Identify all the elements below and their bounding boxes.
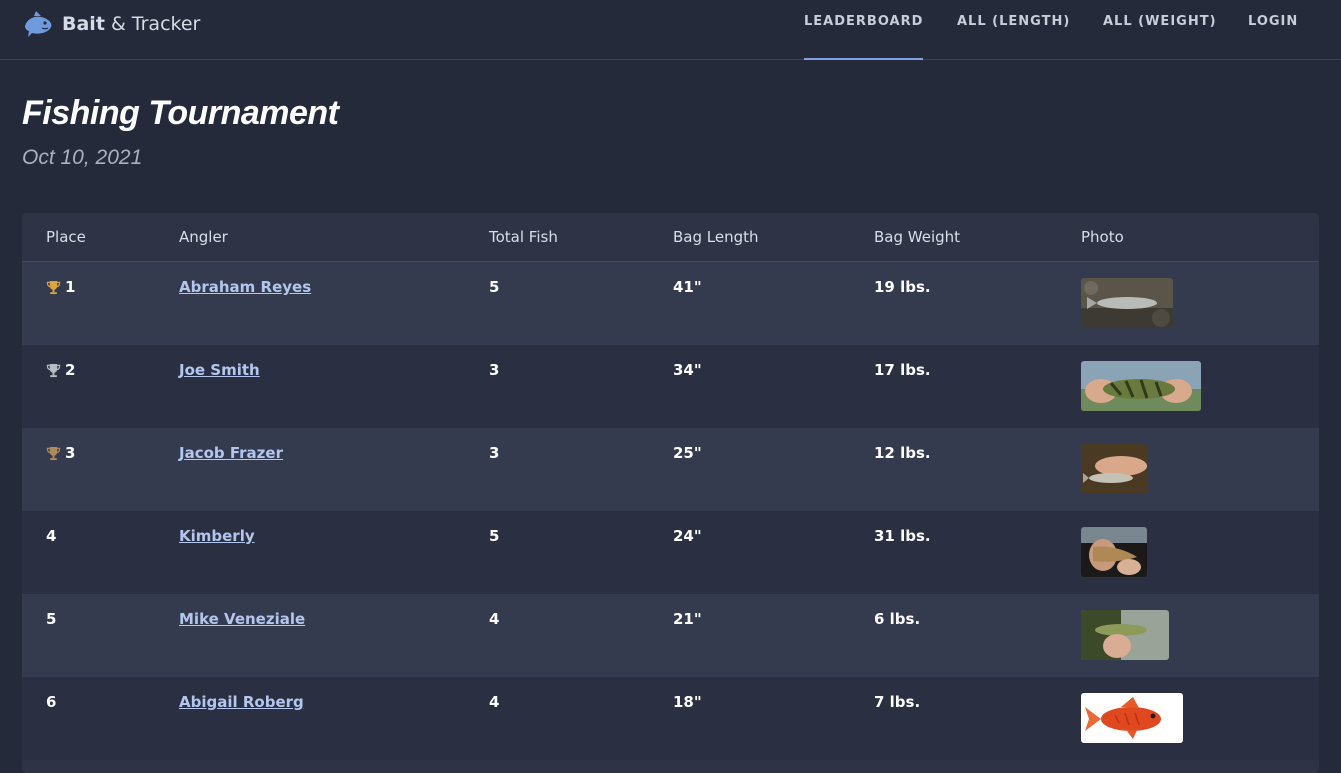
bag-weight-value: 6 lbs. bbox=[874, 610, 921, 628]
place-cell: 5 bbox=[46, 610, 56, 628]
header-total-fish[interactable]: Total Fish bbox=[489, 228, 558, 246]
catch-photo-thumbnail[interactable] bbox=[1081, 693, 1183, 743]
place-cell: 6 bbox=[46, 693, 56, 711]
nav-login[interactable]: LOGIN bbox=[1248, 14, 1298, 60]
table-row: 3 Jacob Frazer 3 25" 12 lbs. bbox=[22, 428, 1319, 511]
header-angler[interactable]: Angler bbox=[179, 228, 228, 246]
total-fish-value: 5 bbox=[489, 278, 500, 296]
place-number: 5 bbox=[46, 610, 57, 628]
silver-trophy-icon bbox=[46, 363, 61, 378]
place-number: 2 bbox=[65, 361, 76, 379]
brand-name-bold: Bait bbox=[62, 13, 105, 35]
table-header-row: Place Angler Total Fish Bag Length Bag W… bbox=[22, 213, 1319, 262]
nav-leaderboard[interactable]: LEADERBOARD bbox=[804, 14, 924, 60]
place-number: 6 bbox=[46, 693, 57, 711]
bag-weight-value: 31 lbs. bbox=[874, 527, 931, 545]
table-row: 4 Kimberly 5 24" 31 lbs. bbox=[22, 511, 1319, 594]
bronze-trophy-icon bbox=[46, 446, 61, 461]
total-fish-value: 3 bbox=[489, 361, 500, 379]
gold-trophy-icon bbox=[46, 280, 61, 295]
bag-length-value: 34" bbox=[673, 361, 702, 379]
place-number: 1 bbox=[65, 278, 76, 296]
top-navbar: Bait & Tracker LEADERBOARD ALL (LENGTH) … bbox=[0, 0, 1341, 60]
place-cell: 1 bbox=[46, 278, 75, 296]
angler-link[interactable]: Mike Veneziale bbox=[179, 610, 305, 628]
bag-weight-value: 7 lbs. bbox=[874, 693, 921, 711]
header-place[interactable]: Place bbox=[46, 228, 86, 246]
angler-link[interactable]: Jacob Frazer bbox=[179, 444, 283, 462]
bag-length-value: 21" bbox=[673, 610, 702, 628]
place-cell: 3 bbox=[46, 444, 75, 462]
table-row: 2 Joe Smith 3 34" 17 lbs. bbox=[22, 345, 1319, 428]
total-fish-value: 4 bbox=[489, 693, 500, 711]
brand-name-rest: & Tracker bbox=[104, 13, 201, 35]
total-fish-value: 3 bbox=[489, 444, 500, 462]
catch-photo-thumbnail[interactable] bbox=[1081, 610, 1169, 660]
table-row: 5 Mike Veneziale 4 21" 6 lbs. bbox=[22, 594, 1319, 677]
bag-length-value: 25" bbox=[673, 444, 702, 462]
total-fish-value: 5 bbox=[489, 527, 500, 545]
brand-logo[interactable]: Bait & Tracker bbox=[22, 8, 200, 40]
bag-weight-value: 12 lbs. bbox=[874, 444, 931, 462]
angler-link[interactable]: Joe Smith bbox=[179, 361, 260, 379]
brand-name: Bait & Tracker bbox=[62, 13, 200, 35]
place-cell: 4 bbox=[46, 527, 56, 545]
angler-link[interactable]: Abigail Roberg bbox=[179, 693, 304, 711]
bag-weight-value: 17 lbs. bbox=[874, 361, 931, 379]
bag-length-value: 18" bbox=[673, 693, 702, 711]
table-row: 6 Abigail Roberg 4 18" 7 lbs. bbox=[22, 677, 1319, 760]
catch-photo-thumbnail[interactable] bbox=[1081, 527, 1147, 577]
header-bag-weight[interactable]: Bag Weight bbox=[874, 228, 960, 246]
bag-length-value: 41" bbox=[673, 278, 702, 296]
catch-photo-thumbnail[interactable] bbox=[1081, 444, 1147, 494]
leaderboard-table: Place Angler Total Fish Bag Length Bag W… bbox=[22, 213, 1319, 773]
table-row: 1 Abraham Reyes 5 41" 19 lbs. bbox=[22, 262, 1319, 345]
fish-logo-icon bbox=[22, 8, 54, 40]
bag-weight-value: 19 lbs. bbox=[874, 278, 931, 296]
tournament-date: Oct 10, 2021 bbox=[22, 146, 143, 169]
catch-photo-thumbnail[interactable] bbox=[1081, 278, 1173, 328]
page-title: Fishing Tournament bbox=[22, 94, 339, 132]
nav-all-length[interactable]: ALL (LENGTH) bbox=[957, 14, 1070, 60]
angler-link[interactable]: Kimberly bbox=[179, 527, 255, 545]
header-bag-length[interactable]: Bag Length bbox=[673, 228, 759, 246]
bag-length-value: 24" bbox=[673, 527, 702, 545]
place-number: 4 bbox=[46, 527, 57, 545]
place-cell: 2 bbox=[46, 361, 75, 379]
total-fish-value: 4 bbox=[489, 610, 500, 628]
angler-link[interactable]: Abraham Reyes bbox=[179, 278, 311, 296]
nav-all-weight[interactable]: ALL (WEIGHT) bbox=[1103, 14, 1217, 60]
place-number: 3 bbox=[65, 444, 76, 462]
catch-photo-thumbnail[interactable] bbox=[1081, 361, 1201, 411]
header-photo: Photo bbox=[1081, 228, 1124, 246]
